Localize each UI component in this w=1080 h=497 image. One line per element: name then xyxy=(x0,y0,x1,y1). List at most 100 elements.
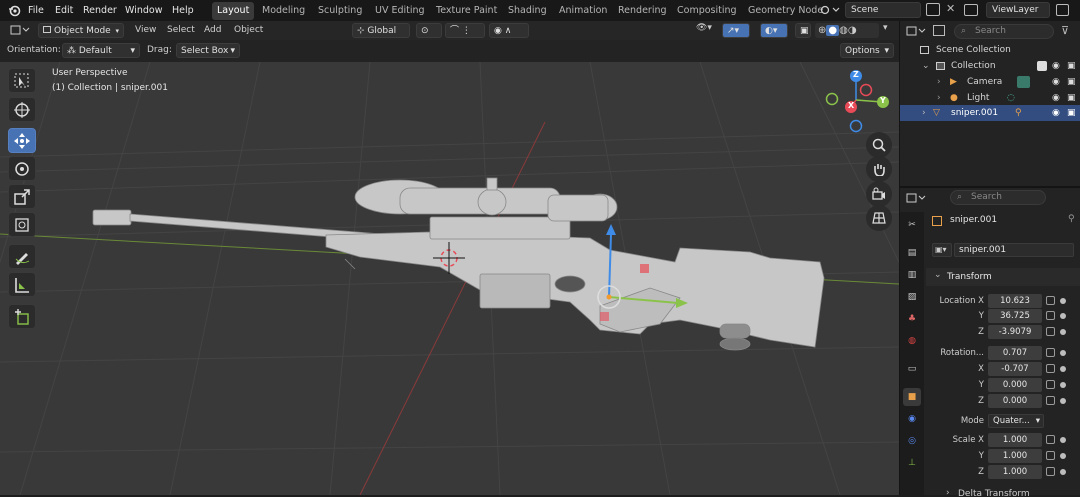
eye-icon[interactable]: ◉ xyxy=(1052,105,1060,121)
tree-item-light[interactable]: › ● Light ◌ ◉ ▣ xyxy=(900,90,1080,106)
lock-icon[interactable] xyxy=(1046,396,1055,405)
keyframe-dot-icon[interactable] xyxy=(1060,398,1066,404)
object-name-field[interactable]: sniper.001 xyxy=(954,243,1074,257)
menu-edit[interactable]: Edit xyxy=(55,0,73,21)
scale-x-field[interactable]: 1.000 xyxy=(988,433,1042,447)
menu-file[interactable]: File xyxy=(28,0,44,21)
render-tab[interactable]: ▤ xyxy=(903,244,921,262)
pivot-point-dropdown[interactable]: ⊙ xyxy=(416,23,442,38)
editor-type-icon[interactable] xyxy=(10,24,30,39)
keyframe-dot-icon[interactable] xyxy=(1060,366,1066,372)
shading-mode-group[interactable]: ⊕ ● ◍◑ xyxy=(815,23,879,38)
render-camera-icon[interactable]: ▣ xyxy=(1067,58,1076,74)
eye-icon[interactable]: ◉ xyxy=(1052,90,1060,106)
chevron-down-icon[interactable]: ⌄ xyxy=(922,58,930,74)
location-x-field[interactable]: 10.623 xyxy=(988,294,1042,308)
keyframe-dot-icon[interactable] xyxy=(1060,437,1066,443)
perspective-toggle-button[interactable] xyxy=(866,205,892,231)
collection-checkbox[interactable] xyxy=(1037,61,1047,71)
rotation-mode-dropdown[interactable]: Quater... ▾ xyxy=(988,414,1044,428)
tab-texture-paint[interactable]: Texture Paint xyxy=(431,2,502,20)
tree-collection[interactable]: ⌄ Collection ◉ ▣ xyxy=(900,58,1080,74)
move-tool[interactable] xyxy=(8,128,36,153)
light-data-icon[interactable]: ◌ xyxy=(1007,90,1015,106)
blender-logo-icon[interactable] xyxy=(8,4,21,20)
object-data-dropdown[interactable]: ▣▾ xyxy=(932,243,952,257)
menu-add[interactable]: Add xyxy=(204,23,221,38)
transform-tool[interactable] xyxy=(8,212,36,237)
lock-icon[interactable] xyxy=(1046,327,1055,336)
measure-tool[interactable] xyxy=(8,272,36,297)
view-layer-field[interactable]: ViewLayer xyxy=(986,2,1050,18)
lock-icon[interactable] xyxy=(1046,380,1055,389)
tab-uv-editing[interactable]: UV Editing xyxy=(370,2,430,20)
rotation-y-field[interactable]: 0.000 xyxy=(988,378,1042,392)
tab-geometry-nodes[interactable]: Geometry Node xyxy=(743,2,828,20)
visibility-icon[interactable]: 👁▾ xyxy=(696,23,712,33)
scale-y-field[interactable]: 1.000 xyxy=(988,449,1042,463)
camera-view-button[interactable] xyxy=(866,181,892,207)
tab-layout[interactable]: Layout xyxy=(212,2,255,20)
keyframe-dot-icon[interactable] xyxy=(1060,329,1066,335)
tree-item-camera[interactable]: › ▶ Camera ◉ ▣ xyxy=(900,74,1080,90)
rotation-x-field[interactable]: -0.707 xyxy=(988,362,1042,376)
viewport-canvas[interactable] xyxy=(0,62,899,495)
tab-compositing[interactable]: Compositing xyxy=(672,2,742,20)
scene-icon[interactable] xyxy=(820,3,842,20)
tab-animation[interactable]: Animation xyxy=(554,2,612,20)
filter-icon[interactable]: ⊽ xyxy=(1061,24,1069,37)
select-box-tool[interactable] xyxy=(8,68,36,93)
xray-toggle[interactable]: ▣ xyxy=(795,23,811,38)
lock-icon[interactable] xyxy=(1046,296,1055,305)
view-layer-icon[interactable] xyxy=(964,4,978,16)
options-dropdown[interactable]: Options ▾ xyxy=(840,43,894,58)
modifier-icon[interactable]: ⚲ xyxy=(1015,105,1022,121)
annotate-tool[interactable] xyxy=(8,244,36,269)
add-cube-tool[interactable] xyxy=(8,304,36,329)
camera-data-icon[interactable] xyxy=(1017,76,1030,88)
tree-item-sniper[interactable]: › ▽ sniper.001 ⚲ ◉ ▣ xyxy=(900,105,1080,121)
outliner-editor-icon[interactable] xyxy=(906,25,926,40)
gizmo-toggle[interactable]: ↗▾ xyxy=(722,23,750,38)
render-camera-icon[interactable]: ▣ xyxy=(1067,74,1076,90)
pan-button[interactable] xyxy=(866,156,892,182)
tool-tab[interactable]: ✂ xyxy=(903,216,921,234)
scale-z-field[interactable]: 1.000 xyxy=(988,465,1042,479)
rotate-tool[interactable] xyxy=(8,156,36,181)
lock-icon[interactable] xyxy=(1046,467,1055,476)
eye-icon[interactable]: ◉ xyxy=(1052,58,1060,74)
menu-view[interactable]: View xyxy=(135,23,156,38)
overlay-toggle[interactable]: ◐▾ xyxy=(760,23,788,38)
material-shading-icon[interactable]: ◍ xyxy=(839,25,848,36)
new-scene-icon[interactable] xyxy=(926,3,940,16)
keyframe-dot-icon[interactable] xyxy=(1060,313,1066,319)
output-tab[interactable]: ▥ xyxy=(903,266,921,284)
tab-modeling[interactable]: Modeling xyxy=(257,2,310,20)
3d-viewport[interactable]: Z Y X User Perspective (1) Collection | … xyxy=(0,62,899,495)
tab-sculpting[interactable]: Sculpting xyxy=(313,2,367,20)
display-mode-icon[interactable] xyxy=(933,25,945,36)
sniper-model[interactable] xyxy=(92,177,825,351)
delta-transform-header[interactable]: › Delta Transform xyxy=(926,487,1080,497)
outliner-search-field[interactable]: ⌕ Search xyxy=(954,24,1054,39)
keyframe-dot-icon[interactable] xyxy=(1060,298,1066,304)
close-scene-icon[interactable]: ✕ xyxy=(946,2,955,15)
eye-icon[interactable]: ◉ xyxy=(1052,74,1060,90)
properties-search-field[interactable]: ⌕ Search xyxy=(950,190,1046,205)
rotation-w-field[interactable]: 0.707 xyxy=(988,346,1042,360)
keyframe-dot-icon[interactable] xyxy=(1060,350,1066,356)
chevron-right-icon[interactable]: › xyxy=(937,90,941,106)
rotation-z-field[interactable]: 0.000 xyxy=(988,394,1042,408)
transform-panel-header[interactable]: ⌄ Transform xyxy=(926,268,1080,286)
snap-toggle[interactable]: ⌒ ⋮ xyxy=(445,23,485,38)
tab-rendering[interactable]: Rendering xyxy=(613,2,672,20)
keyframe-dot-icon[interactable] xyxy=(1060,453,1066,459)
mode-dropdown[interactable]: Object Mode ▾ xyxy=(38,23,124,38)
properties-editor-icon[interactable] xyxy=(906,192,928,207)
solid-shading-icon[interactable]: ● xyxy=(826,25,840,36)
lock-icon[interactable] xyxy=(1046,364,1055,373)
zoom-button[interactable] xyxy=(866,132,892,158)
drag-dropdown[interactable]: Select Box ▾ xyxy=(176,43,240,58)
lock-icon[interactable] xyxy=(1046,435,1055,444)
keyframe-dot-icon[interactable] xyxy=(1060,469,1066,475)
